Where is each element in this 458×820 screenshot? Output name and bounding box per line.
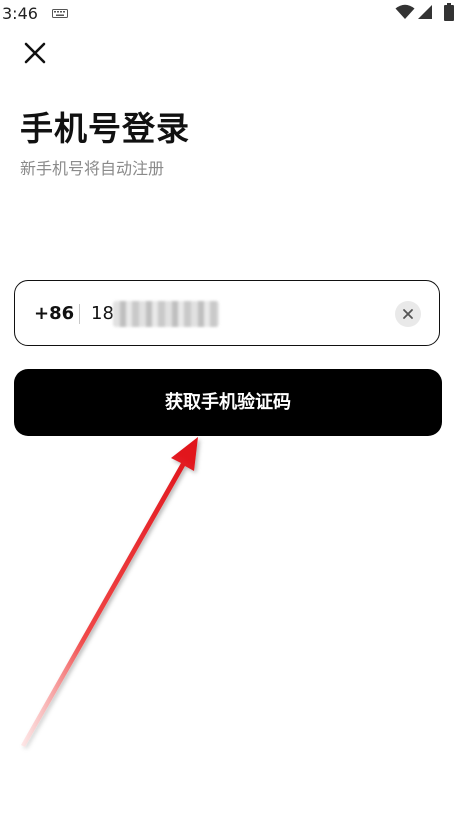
wifi-icon <box>395 4 415 19</box>
get-verification-code-button[interactable]: 获取手机验证码 <box>14 369 442 436</box>
phone-number-blur-mask <box>113 301 219 327</box>
battery-icon <box>444 3 454 21</box>
country-code-selector[interactable]: +86 <box>34 303 74 324</box>
phone-number-field[interactable]: +86 18 <box>14 280 440 346</box>
keyboard-icon <box>52 9 68 18</box>
page-title: 手机号登录 <box>20 109 190 148</box>
status-bar: 3:46 <box>0 0 458 28</box>
close-button[interactable] <box>22 40 48 66</box>
country-code-divider <box>79 304 80 324</box>
clear-icon <box>403 309 413 319</box>
phone-number-input[interactable]: 18 <box>91 303 114 324</box>
status-time: 3:46 <box>2 4 38 23</box>
close-icon <box>24 42 46 64</box>
clear-input-button[interactable] <box>395 301 421 327</box>
page-subtitle: 新手机号将自动注册 <box>20 159 165 178</box>
signal-icon <box>418 5 432 19</box>
